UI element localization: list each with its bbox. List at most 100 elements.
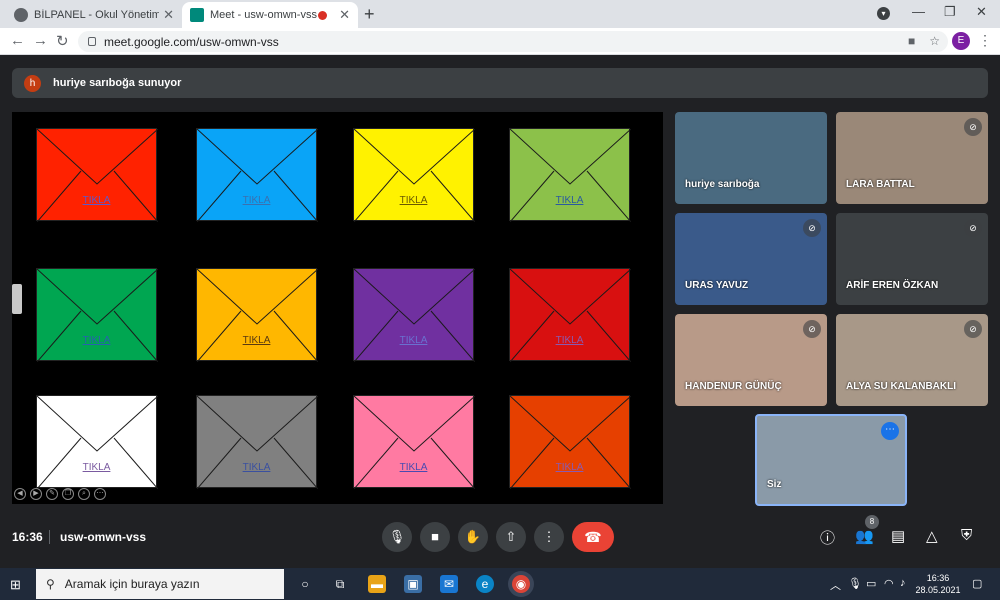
show-hidden-icons-icon[interactable]: ︿ <box>830 577 841 593</box>
camera-icon[interactable]: ■ <box>908 34 915 48</box>
envelope-button[interactable]: TIKLA <box>196 395 318 489</box>
lock-icon <box>88 37 96 46</box>
more-options-button[interactable]: ⋮ <box>534 522 564 552</box>
browser-menu-icon[interactable]: ⋮ <box>978 32 992 49</box>
tab-title: BİLPANEL - Okul Yönetim Sistemi <box>34 9 160 21</box>
globe-icon <box>14 8 28 22</box>
mic-off-icon: ⊘ <box>803 219 821 237</box>
participant-tile[interactable]: ⊘ LARA BATTAL <box>836 112 988 204</box>
store-icon[interactable]: ▣ <box>404 575 422 593</box>
microphone-button[interactable]: 🎙 <box>382 522 412 552</box>
envelope-icon <box>354 396 475 489</box>
volume-icon[interactable]: ♪ <box>900 577 906 589</box>
participant-tile[interactable]: ⊘ ALYA SU KALANBAKLI <box>836 314 988 406</box>
envelope-icon <box>37 396 158 489</box>
participant-name: URAS YAVUZ <box>685 280 749 291</box>
close-tab-icon[interactable]: ✕ <box>163 7 174 23</box>
tab-meet[interactable]: Meet - usw-omwn-vss ✕ <box>182 2 358 28</box>
slide-controls: ◀ ▶ ✎ ❐ ⌕ ⋯ <box>14 488 106 500</box>
close-window-button[interactable]: ✕ <box>976 4 987 20</box>
mail-icon[interactable]: ✉ <box>440 575 458 593</box>
envelope-icon <box>354 129 475 222</box>
minimize-button[interactable]: — <box>912 4 925 19</box>
chat-icon[interactable]: ▤ <box>891 527 905 545</box>
participant-name: HANDENUR GÜNÜÇ <box>685 381 782 392</box>
wifi-icon[interactable]: ◠ <box>884 577 894 590</box>
leave-call-button[interactable]: ☎ <box>572 522 614 552</box>
maximize-button[interactable]: ❐ <box>944 4 956 20</box>
prev-slide-icon[interactable]: ◀ <box>14 488 26 500</box>
envelope-button[interactable]: TIKLA <box>196 128 318 222</box>
envelope-button[interactable]: TIKLA <box>36 268 158 362</box>
camera-button[interactable]: ■ <box>420 522 450 552</box>
envelope-label: TIKLA <box>399 462 428 473</box>
close-tab-icon[interactable]: ✕ <box>339 7 350 23</box>
address-bar[interactable]: meet.google.com/usw-omwn-vss ■ ☆ <box>78 31 948 52</box>
forward-button[interactable]: → <box>33 32 48 49</box>
back-button[interactable]: ← <box>10 32 25 49</box>
next-slide-icon[interactable]: ▶ <box>30 488 42 500</box>
more-options-icon[interactable]: ⋯ <box>881 422 899 440</box>
participant-tile[interactable]: huriye sarıboğa <box>675 112 827 204</box>
participant-name: LARA BATTAL <box>846 179 915 190</box>
notifications-icon[interactable]: ▢ <box>972 577 982 590</box>
envelope-label: TIKLA <box>242 335 271 346</box>
mic-off-icon: ⊘ <box>964 320 982 338</box>
people-icon[interactable]: 👥 <box>855 527 874 545</box>
envelope-label: TIKLA <box>555 195 584 206</box>
participant-count-badge: 8 <box>865 515 879 529</box>
battery-icon[interactable]: ▭ <box>866 577 876 590</box>
raise-hand-button[interactable]: ✋ <box>458 522 488 552</box>
participant-tile[interactable]: ⊘ URAS YAVUZ <box>675 213 827 305</box>
reload-button[interactable]: ↻ <box>56 32 69 50</box>
presenting-banner: h huriye sarıboğa sunuyor <box>12 68 988 98</box>
envelope-button[interactable]: TIKLA <box>353 268 475 362</box>
meeting-code: usw-omwn-vss <box>60 530 147 544</box>
camera-icon: ■ <box>431 529 439 544</box>
tab-bilpanel[interactable]: BİLPANEL - Okul Yönetim Sistemi ✕ <box>6 2 182 28</box>
recording-indicator-icon <box>318 10 328 20</box>
participant-tile[interactable]: ⊘ ARİF EREN ÖZKAN <box>836 213 988 305</box>
info-icon[interactable]: ⓘ <box>820 527 835 548</box>
profile-avatar[interactable]: E <box>952 32 970 50</box>
envelope-button[interactable]: TIKLA <box>36 395 158 489</box>
copy-icon[interactable]: ❐ <box>62 488 74 500</box>
microphone-tray-icon[interactable]: 🎙 <box>848 577 862 590</box>
envelope-button[interactable]: TIKLA <box>509 395 631 489</box>
chrome-icon[interactable]: ◉ <box>512 575 530 593</box>
present-button[interactable]: ⇧ <box>496 522 526 552</box>
new-tab-button[interactable]: + <box>364 4 375 25</box>
participant-tile[interactable]: ⊘ HANDENUR GÜNÜÇ <box>675 314 827 406</box>
side-handle[interactable] <box>12 284 22 314</box>
activities-icon[interactable]: △ <box>926 527 938 545</box>
self-tile[interactable]: ⋯ Siz <box>755 414 907 506</box>
cortana-icon[interactable]: ○ <box>296 575 314 593</box>
file-explorer-icon[interactable]: ▬ <box>368 575 386 593</box>
taskbar-search-input[interactable]: ⚲ Aramak için buraya yazın <box>36 569 284 599</box>
bookmark-star-icon[interactable]: ☆ <box>929 34 940 48</box>
windows-start-icon[interactable]: ⊞ <box>10 577 21 593</box>
more-icon[interactable]: ⋯ <box>94 488 106 500</box>
edge-icon[interactable]: e <box>476 575 494 593</box>
envelope-icon <box>510 129 631 222</box>
envelope-button[interactable]: TIKLA <box>353 128 475 222</box>
zoom-icon[interactable]: ⌕ <box>78 488 90 500</box>
envelope-button[interactable]: TIKLA <box>36 128 158 222</box>
taskbar-time: 16:36 <box>926 573 950 583</box>
envelope-button[interactable]: TIKLA <box>353 395 475 489</box>
divider <box>49 530 50 544</box>
mic-off-icon: ⊘ <box>803 320 821 338</box>
envelope-button[interactable]: TIKLA <box>509 128 631 222</box>
taskbar-date: 28.05.2021 <box>915 585 961 595</box>
pen-icon[interactable]: ✎ <box>46 488 58 500</box>
envelope-label: TIKLA <box>555 335 584 346</box>
taskbar-clock[interactable]: 16:36 28.05.2021 <box>912 572 964 596</box>
envelope-button[interactable]: TIKLA <box>196 268 318 362</box>
envelope-icon <box>510 396 631 489</box>
host-controls-icon[interactable]: ⛨ <box>961 527 972 544</box>
envelope-label: TIKLA <box>82 335 111 346</box>
tab-search-icon[interactable]: ▾ <box>877 7 890 20</box>
search-icon: ⚲ <box>46 577 55 591</box>
task-view-icon[interactable]: ⧉ <box>331 575 349 593</box>
envelope-button[interactable]: TIKLA <box>509 268 631 362</box>
